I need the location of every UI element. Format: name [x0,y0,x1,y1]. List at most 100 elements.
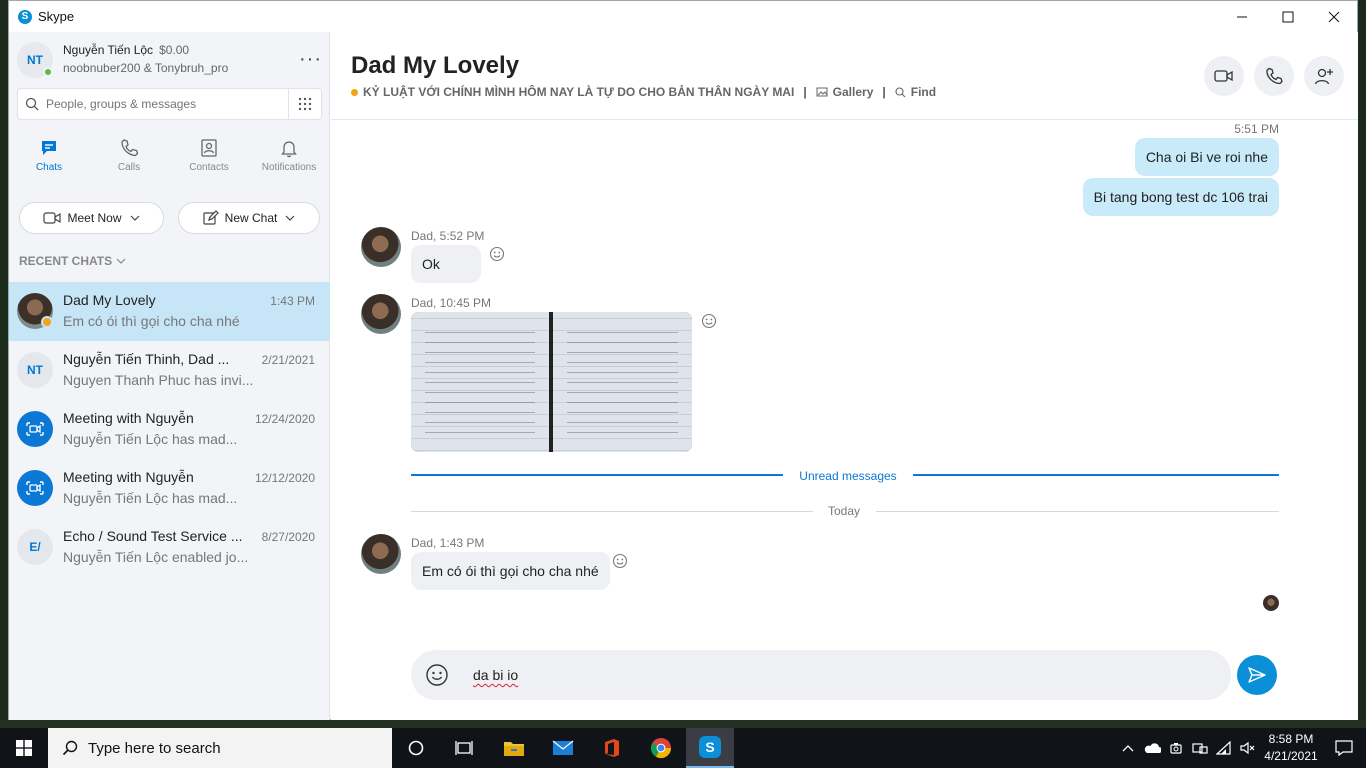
online-status-icon [43,67,53,77]
close-button[interactable] [1311,1,1357,32]
search-icon [18,97,46,111]
incoming-message[interactable]: Ok [411,245,481,283]
camera-icon[interactable] [1164,741,1188,755]
mail-button[interactable] [539,728,587,768]
gallery-link[interactable]: Gallery [816,85,873,99]
window-title: Skype [38,9,75,24]
outgoing-message[interactable]: Cha oi Bi ve roi nhe [1134,138,1279,176]
send-icon [1248,667,1266,683]
chat-name: Echo / Sound Test Service ... [63,528,243,544]
clock-time: 8:58 PM [1268,732,1314,746]
tab-contacts-label: Contacts [189,162,229,173]
chat-name: Meeting with Nguyễn [63,410,194,426]
phone-icon [1266,67,1283,85]
incoming-message[interactable]: Em có ói thì gọi cho cha nhé [411,552,610,590]
avatar: E/ [17,529,53,565]
list-item[interactable]: Meeting with Nguyễn 12/24/2020 Nguyễn Ti… [9,400,330,459]
dialpad-icon[interactable] [289,97,321,111]
tab-calls[interactable]: Calls [89,138,169,186]
search-input[interactable] [46,97,288,111]
start-button[interactable] [0,728,48,768]
system-tray: 8:58 PM 4/21/2021 [1116,728,1366,768]
chevron-down-icon [285,215,295,221]
skype-credit[interactable]: $0.00 [159,43,189,57]
skype-logo-icon: S [18,9,32,24]
skype-taskbar-button[interactable]: S [686,728,734,768]
minimize-button[interactable] [1219,1,1265,32]
chat-date: 1:43 PM [270,294,315,308]
search-icon [62,740,78,756]
smiley-reaction-icon[interactable] [701,313,717,329]
network-adapter-icon[interactable] [1188,741,1212,755]
smiley-reaction-icon[interactable] [489,246,505,262]
conversation-header: Dad My Lovely KỶ LUẬT VỚI CHÍNH MÌNH HÔM… [331,32,1358,120]
message-input[interactable]: da bi io [473,667,518,683]
chat-name: Dad My Lovely [63,292,156,308]
avatar[interactable] [361,534,401,574]
chrome-icon [650,738,672,759]
chat-last-message: Nguyễn Tiến Lộc has mad... [63,490,238,506]
cortana-icon [408,740,424,756]
unread-divider [411,474,783,476]
find-link[interactable]: Find [895,85,936,99]
nav-tabs: Chats Calls Contacts Notifications [9,138,330,186]
tab-notifications-label: Notifications [261,162,317,173]
tab-notifications[interactable]: Notifications [249,138,329,186]
audio-call-button[interactable] [1254,56,1294,96]
chat-date: 8/27/2020 [261,530,315,544]
chrome-button[interactable] [637,728,685,768]
video-call-button[interactable] [1204,56,1244,96]
document-photo [411,312,549,452]
add-people-button[interactable] [1304,56,1344,96]
video-camera-icon [43,211,62,225]
chat-last-message: Nguyen Thanh Phuc has invi... [63,372,254,388]
video-camera-icon [1214,70,1233,82]
conversation-title[interactable]: Dad My Lovely [351,52,519,80]
office-button[interactable] [588,728,636,768]
onedrive-icon[interactable] [1140,742,1164,754]
more-options-button[interactable]: ··· [299,48,322,71]
list-item[interactable]: Meeting with Nguyễn 12/12/2020 Nguyễn Ti… [9,459,330,518]
smiley-reaction-icon[interactable] [612,553,628,569]
task-view-button[interactable] [440,728,488,768]
tab-calls-label: Calls [117,162,141,173]
taskbar-search-text: Type here to search [88,739,221,757]
maximize-button[interactable] [1265,1,1311,32]
image-attachment[interactable] [411,312,692,452]
wifi-icon[interactable] [1212,741,1236,755]
send-button[interactable] [1237,655,1277,695]
cortana-button[interactable] [392,728,440,768]
chat-last-message: Nguyễn Tiến Lộc has mad... [63,431,238,447]
outgoing-message[interactable]: Bi tang bong test dc 106 trai [1082,178,1279,216]
list-item[interactable]: E/ Echo / Sound Test Service ... 8/27/20… [9,518,330,577]
meet-now-button[interactable]: Meet Now [19,202,164,234]
recent-chats-header[interactable]: RECENT CHATS [19,254,126,268]
list-item[interactable]: Dad My Lovely 1:43 PM Em có ói thì gọi c… [9,282,330,341]
task-view-icon [455,741,473,755]
window-controls [1219,1,1357,32]
taskbar-search[interactable]: Type here to search [48,728,392,768]
conversation-subtitle: KỶ LUẬT VỚI CHÍNH MÌNH HÔM NAY LÀ TỰ DO … [351,85,936,99]
avatar: NT [17,352,53,388]
file-explorer-button[interactable] [490,728,538,768]
profile-header[interactable]: NT Nguyễn Tiến Lộc $0.00 noobnuber200 & T… [17,42,322,82]
avatar[interactable] [361,227,401,267]
tab-chats-label: Chats [35,162,63,173]
skype-icon: S [699,736,721,758]
chevron-up-icon[interactable] [1116,744,1140,752]
volume-icon[interactable] [1236,741,1260,755]
tab-chats[interactable]: Chats [9,138,89,186]
action-center-icon[interactable] [1322,740,1366,756]
emoji-button[interactable] [411,663,463,687]
message-composer[interactable]: da bi io [411,650,1231,700]
list-item[interactable]: NT Nguyễn Tiến Thinh, Dad ... 2/21/2021 … [9,341,330,400]
date-divider [876,511,1279,512]
sidebar: NT Nguyễn Tiến Lộc $0.00 noobnuber200 & T… [9,32,330,720]
close-icon [1328,11,1340,22]
desktop-background [0,720,1366,728]
system-clock[interactable]: 8:58 PM 4/21/2021 [1260,731,1322,765]
unread-divider [913,474,1279,476]
new-chat-button[interactable]: New Chat [178,202,320,234]
avatar[interactable] [361,294,401,334]
tab-contacts[interactable]: Contacts [169,138,249,186]
